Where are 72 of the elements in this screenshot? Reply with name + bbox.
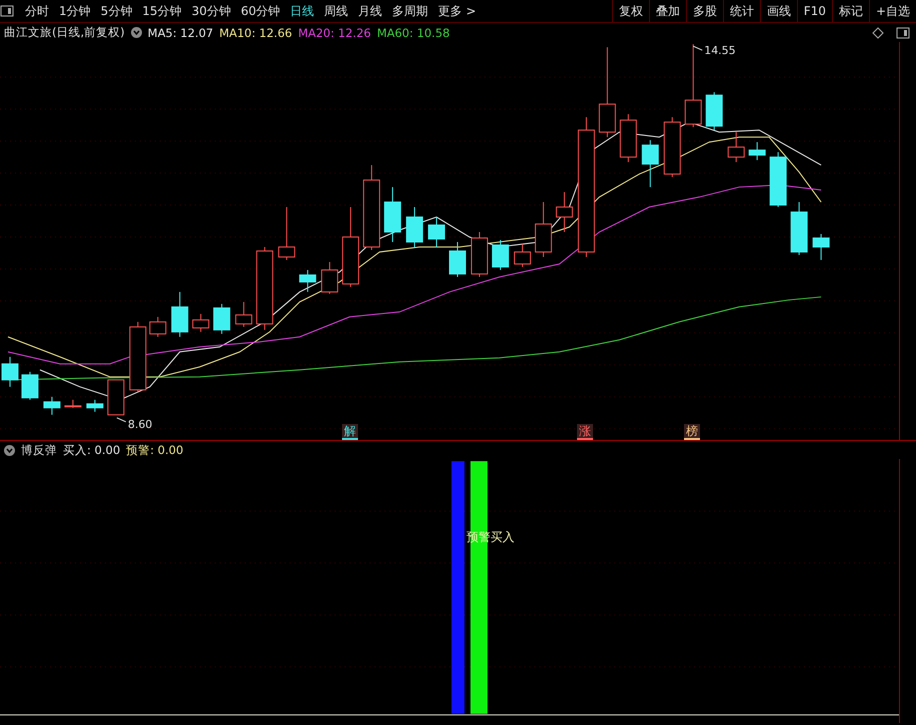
candlestick <box>534 202 552 258</box>
moving-average-value: MA10: 12.66 <box>219 26 292 40</box>
toolbar-button[interactable]: 标记 <box>832 0 869 22</box>
candlestick <box>235 301 252 328</box>
panel-toggle-icon[interactable] <box>896 26 910 38</box>
diamond-icon[interactable] <box>872 26 884 38</box>
candlestick <box>706 92 723 131</box>
candlestick <box>492 240 509 270</box>
period-tab[interactable]: 30分钟 <box>186 2 236 20</box>
toolbar-button[interactable]: 画线 <box>760 0 797 22</box>
period-tab[interactable]: 多周期 <box>387 2 434 20</box>
candlestick <box>790 202 808 256</box>
candlestick <box>43 396 60 416</box>
candlestick <box>86 399 104 412</box>
toolbar-button[interactable]: +自选 <box>868 0 916 22</box>
toolbar-button[interactable]: 多股 <box>686 0 723 22</box>
moving-average-value: MA20: 12.26 <box>298 26 371 40</box>
stock-title: 曲江文旅(日线,前复权) <box>4 25 125 40</box>
more-button[interactable]: 更多 > <box>433 2 481 20</box>
candlestick <box>428 216 446 248</box>
period-tab[interactable]: 月线 <box>353 2 388 20</box>
indicator-name: 博反弹 <box>21 442 57 458</box>
low-price-label: 8.60 <box>128 418 152 431</box>
period-tab[interactable]: 1分钟 <box>54 2 96 20</box>
period-tab[interactable]: 日线 <box>285 2 320 20</box>
candlestick <box>192 313 210 332</box>
candlestick <box>406 206 424 248</box>
candlestick <box>770 152 787 208</box>
event-tag[interactable]: 解 <box>342 424 358 440</box>
leader-line <box>692 46 703 51</box>
candlestick <box>728 132 745 163</box>
candlestick <box>812 234 830 260</box>
candlestick <box>449 242 466 278</box>
candlestick <box>278 206 296 260</box>
candlestick <box>470 232 488 278</box>
candlestick <box>321 261 338 294</box>
event-tag[interactable]: 榜 <box>684 424 700 440</box>
panel-toggle-icon[interactable] <box>0 5 14 17</box>
indicator-value: 预警: 0.00 <box>126 442 184 458</box>
candlestick <box>129 321 146 392</box>
dropdown-icon[interactable] <box>4 444 15 456</box>
period-tab[interactable]: 5分钟 <box>96 2 138 20</box>
candlestick <box>620 114 637 163</box>
toolbar-button[interactable]: F10 <box>796 0 832 22</box>
candlestick <box>149 316 166 338</box>
event-tag[interactable]: 涨 <box>577 424 593 440</box>
toolbar-button[interactable]: 叠加 <box>648 0 686 22</box>
candlestick <box>664 116 681 178</box>
moving-average-value: MA60: 10.58 <box>376 26 450 40</box>
leader-line <box>116 417 126 422</box>
indicator-value: 买入: 0.00 <box>63 442 120 458</box>
candlestick <box>171 291 188 338</box>
candlestick <box>514 244 531 268</box>
period-tab[interactable]: 15分钟 <box>137 2 187 20</box>
candlestick <box>64 399 82 408</box>
candlestick <box>299 269 316 292</box>
period-tab[interactable]: 分时 <box>20 2 54 20</box>
toolbar-button[interactable]: 复权 <box>612 0 649 22</box>
toolbar-button[interactable]: 统计 <box>722 0 760 22</box>
candlestick <box>642 140 659 188</box>
candlestick <box>107 379 124 416</box>
period-tab[interactable]: 60分钟 <box>236 2 286 20</box>
candlestick <box>384 186 402 242</box>
candlestick <box>21 371 38 400</box>
candlestick <box>556 192 573 232</box>
candlestick <box>748 142 766 161</box>
candlestick <box>213 303 230 334</box>
candlestick <box>2 356 18 388</box>
moving-average-value: MA5: 12.07 <box>148 26 214 40</box>
dropdown-icon[interactable] <box>130 27 142 38</box>
high-price-label: 14.55 <box>704 44 736 58</box>
period-tab[interactable]: 周线 <box>319 2 354 20</box>
